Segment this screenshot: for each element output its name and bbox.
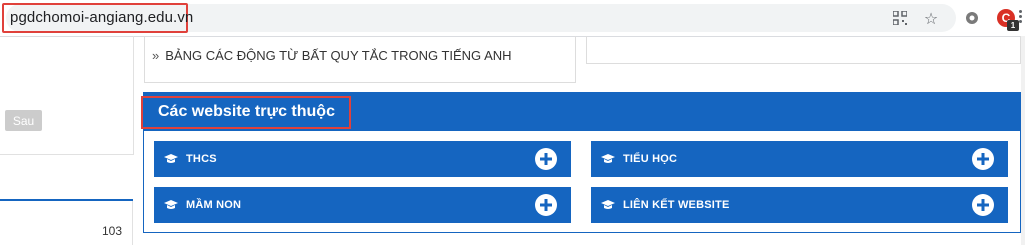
link-label: LIÊN KẾT WEBSITE: [623, 199, 730, 211]
section-title: Các website trực thuộc: [158, 103, 335, 120]
right-content-box: [586, 36, 1021, 64]
section-header: Các website trực thuộc: [141, 93, 1020, 131]
graduation-cap-icon: [601, 153, 615, 165]
extension-c-icon[interactable]: C1: [996, 8, 1019, 31]
article-link[interactable]: » BẢNG CÁC ĐỘNG TỪ BẤT QUY TẮC TRONG TIẾN…: [152, 48, 512, 63]
next-page-button[interactable]: Sau: [5, 110, 42, 131]
link-mam-non[interactable]: MẦM NON: [154, 187, 571, 223]
plus-circle-icon[interactable]: [972, 194, 994, 216]
graduation-cap-icon: [601, 199, 615, 211]
qr-code-icon[interactable]: [890, 8, 910, 28]
url-text[interactable]: pgdchomoi-angiang.edu.vn: [10, 9, 193, 26]
graduation-cap-icon: [164, 153, 178, 165]
plus-circle-icon[interactable]: [972, 148, 994, 170]
visit-counter: 103: [102, 224, 123, 238]
scrollbar[interactable]: [1021, 36, 1025, 245]
left-panel-border: [132, 201, 133, 245]
bookmark-star-icon[interactable]: ☆: [921, 8, 941, 28]
left-panel: [0, 36, 134, 155]
link-lien-ket-website[interactable]: LIÊN KẾT WEBSITE: [591, 187, 1008, 223]
left-divider: [0, 199, 133, 201]
plus-circle-icon[interactable]: [535, 194, 557, 216]
graduation-cap-icon: [164, 199, 178, 211]
menu-dots-icon[interactable]: [1017, 8, 1025, 28]
article-title[interactable]: BẢNG CÁC ĐỘNG TỪ BẤT QUY TẮC TRONG TIẾNG…: [165, 48, 511, 63]
link-thcs[interactable]: THCS: [154, 141, 571, 177]
link-tieu-hoc[interactable]: TIỂU HỌC: [591, 141, 1008, 177]
chevron-icon: »: [152, 48, 160, 63]
link-label: TIỂU HỌC: [623, 153, 678, 165]
browser-toolbar: pgdchomoi-angiang.edu.vn ☆ C1: [0, 0, 1025, 37]
extension-gear-icon[interactable]: [962, 8, 982, 28]
link-label: MẦM NON: [186, 199, 242, 211]
plus-circle-icon[interactable]: [535, 148, 557, 170]
link-label: THCS: [186, 153, 217, 165]
